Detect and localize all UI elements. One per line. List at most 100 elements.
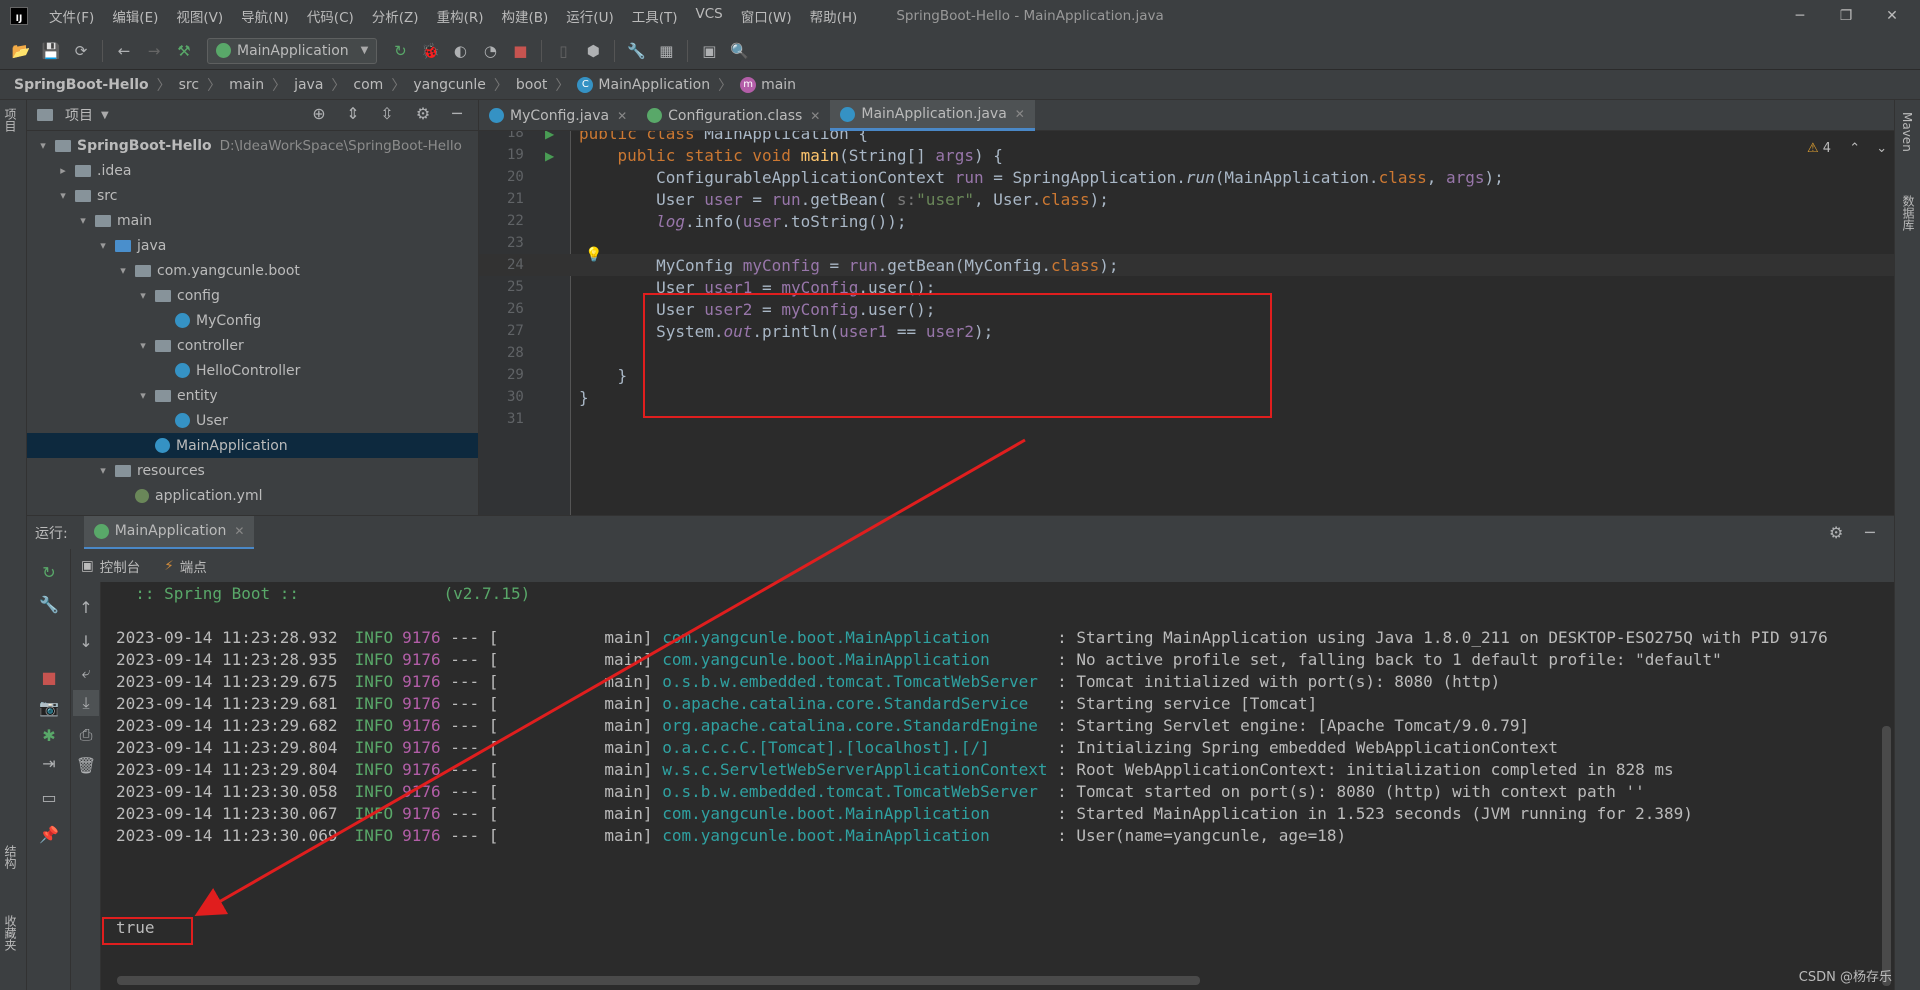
debug-icon[interactable]: 🐞 bbox=[417, 38, 443, 64]
breadcrumb-item[interactable]: main bbox=[229, 77, 264, 93]
project-tool-tab[interactable]: 项目 bbox=[2, 108, 19, 132]
code-line[interactable]: 18 public class MainApplication { bbox=[479, 131, 1894, 144]
run-tab-mainapplication[interactable]: MainApplication ✕ bbox=[83, 515, 255, 550]
menu-item[interactable]: 重构(R) bbox=[428, 6, 493, 26]
minimize-icon[interactable]: ─ bbox=[1777, 0, 1823, 32]
arrow-up-icon[interactable]: ↑ bbox=[73, 594, 99, 620]
structure-tool-tab[interactable]: 结构 bbox=[2, 845, 19, 869]
code-line[interactable]: 24 MyConfig myConfig = run.getBean(MyCon… bbox=[479, 254, 1894, 276]
deploy-icon[interactable]: ⬢ bbox=[580, 38, 606, 64]
expand-all-icon[interactable]: ⇕ bbox=[336, 104, 370, 123]
menu-item[interactable]: 文件(F) bbox=[40, 6, 103, 26]
soft-wrap-icon[interactable]: ⤶ bbox=[73, 660, 99, 686]
code-line[interactable]: 22 log.info(user.toString()); bbox=[479, 210, 1894, 232]
chevron-down-icon[interactable]: ▼ bbox=[101, 110, 109, 121]
tree-item[interactable]: HelloController bbox=[27, 358, 478, 383]
breadcrumb-item[interactable]: yangcunle bbox=[413, 77, 486, 93]
chevron-down-icon[interactable]: ▾ bbox=[95, 239, 111, 252]
stop-icon[interactable]: ■ bbox=[507, 38, 533, 64]
build-hammer-icon[interactable]: ⚒ bbox=[171, 38, 197, 64]
exit-icon[interactable]: ⇥ bbox=[36, 750, 62, 776]
profiler-icon[interactable]: ◔ bbox=[477, 38, 503, 64]
tab-mainapplication[interactable]: MainApplication.java ✕ bbox=[830, 100, 1035, 131]
settings-wrench-icon[interactable]: 🔧 bbox=[623, 38, 649, 64]
tree-item[interactable]: ▾ config bbox=[27, 283, 478, 308]
close-icon[interactable]: ✕ bbox=[617, 109, 627, 123]
tree-item[interactable]: ▾ entity bbox=[27, 383, 478, 408]
favorites-tool-tab[interactable]: 收藏夹 bbox=[2, 915, 19, 951]
horizontal-scrollbar[interactable] bbox=[117, 976, 1200, 985]
chevron-down-icon[interactable]: ▾ bbox=[135, 289, 151, 302]
collapse-all-icon[interactable]: ⇳ bbox=[370, 104, 404, 123]
chevron-down-icon[interactable]: ▾ bbox=[55, 189, 71, 202]
tree-item[interactable]: ▸ .idea bbox=[27, 158, 478, 183]
vertical-scrollbar[interactable] bbox=[1882, 726, 1891, 986]
tree-item[interactable]: MainApplication bbox=[27, 433, 478, 458]
terminal-icon[interactable]: ▣ bbox=[696, 38, 722, 64]
breadcrumb-item[interactable]: java bbox=[294, 77, 323, 93]
tree-item[interactable]: ▾ src bbox=[27, 183, 478, 208]
camera-icon[interactable]: 📷 bbox=[36, 694, 62, 720]
restore-icon[interactable]: ❐ bbox=[1823, 0, 1869, 32]
debug-icon[interactable]: ✱ bbox=[36, 722, 62, 748]
rerun-icon[interactable]: ↻ bbox=[36, 559, 62, 585]
hide-icon[interactable]: ─ bbox=[440, 104, 474, 123]
locate-icon[interactable]: ⊕ bbox=[302, 104, 336, 123]
close-icon[interactable]: ✕ bbox=[810, 109, 820, 123]
tree-item[interactable]: ▾ java bbox=[27, 233, 478, 258]
menu-item[interactable]: 视图(V) bbox=[167, 6, 232, 26]
tree-item[interactable]: ▾ resources bbox=[27, 458, 478, 483]
gear-icon[interactable]: ⚙ bbox=[406, 104, 440, 123]
tab-console[interactable]: ▣ 控制台 bbox=[81, 556, 140, 576]
menu-item[interactable]: 工具(T) bbox=[623, 6, 687, 26]
breadcrumb-item[interactable]: boot bbox=[516, 77, 548, 93]
menu-item[interactable]: 构建(B) bbox=[493, 6, 558, 26]
chevron-down-icon[interactable]: ⌄ bbox=[1876, 141, 1887, 156]
chevron-down-icon[interactable]: ▾ bbox=[135, 389, 151, 402]
menu-item[interactable]: 导航(N) bbox=[232, 6, 298, 26]
arrow-down-icon[interactable]: ↓ bbox=[73, 628, 99, 654]
breadcrumb-item[interactable]: MainApplication bbox=[598, 77, 710, 93]
print-icon[interactable]: ⎙ bbox=[73, 722, 99, 748]
lightbulb-icon[interactable]: 💡 bbox=[585, 247, 602, 263]
back-icon[interactable]: ← bbox=[111, 38, 137, 64]
code-line[interactable]: 20 ConfigurableApplicationContext run = … bbox=[479, 166, 1894, 188]
chevron-right-icon[interactable]: ▸ bbox=[55, 164, 71, 177]
menu-item[interactable]: 窗口(W) bbox=[732, 6, 801, 26]
tree-item[interactable]: ▾ SpringBoot-Hello D:\IdeaWorkSpace\Spring… bbox=[27, 133, 478, 158]
warning-count[interactable]: ⚠ 4 ⌃ ⌄ bbox=[1807, 141, 1887, 156]
search-icon[interactable]: 🔍 bbox=[726, 38, 752, 64]
maven-tool-tab[interactable]: Maven bbox=[1900, 112, 1914, 152]
hide-icon[interactable]: ─ bbox=[1865, 523, 1875, 542]
tab-endpoints[interactable]: ⚡ 端点 bbox=[164, 556, 206, 576]
tree-item[interactable]: ▾ controller bbox=[27, 333, 478, 358]
chevron-down-icon[interactable]: ▾ bbox=[115, 264, 131, 277]
run-configuration-select[interactable]: MainApplication ▼ bbox=[207, 37, 378, 64]
wrench-icon[interactable]: 🔧 bbox=[36, 591, 62, 617]
chevron-down-icon[interactable]: ▾ bbox=[135, 339, 151, 352]
scroll-to-end-icon[interactable]: ⤓ bbox=[73, 690, 99, 716]
breadcrumb-item[interactable]: src bbox=[179, 77, 199, 93]
coverage-icon[interactable]: ◐ bbox=[447, 38, 473, 64]
tab-myconfig[interactable]: MyConfig.java ✕ bbox=[479, 100, 637, 131]
forward-icon[interactable]: → bbox=[141, 38, 167, 64]
tree-item[interactable]: User bbox=[27, 408, 478, 433]
console-output[interactable]: :: Spring Boot :: (v2.7.15) 2023-09-14 1… bbox=[101, 582, 1894, 990]
chevron-down-icon[interactable]: ▾ bbox=[75, 214, 91, 227]
close-icon[interactable]: ✕ bbox=[1015, 107, 1025, 121]
save-all-icon[interactable]: 💾 bbox=[38, 38, 64, 64]
menu-item[interactable]: VCS bbox=[687, 6, 732, 26]
rerun-icon[interactable]: ↻ bbox=[387, 38, 413, 64]
menu-item[interactable]: 分析(Z) bbox=[363, 6, 428, 26]
tree-item[interactable]: ▾ main bbox=[27, 208, 478, 233]
layout-icon[interactable]: ▭ bbox=[36, 784, 62, 810]
open-folder-icon[interactable]: 📂 bbox=[8, 38, 34, 64]
code-line[interactable]: 21 User user = run.getBean( s:"user", Us… bbox=[479, 188, 1894, 210]
trash-icon[interactable]: 🗑 bbox=[73, 752, 99, 778]
sync-icon[interactable]: ⟳ bbox=[68, 38, 94, 64]
stop-icon[interactable]: ■ bbox=[36, 664, 62, 690]
chevron-down-icon[interactable]: ▾ bbox=[35, 139, 51, 152]
breadcrumb-item[interactable]: com bbox=[353, 77, 383, 93]
device-icon[interactable]: ▯ bbox=[550, 38, 576, 64]
close-icon[interactable]: ✕ bbox=[1869, 0, 1915, 32]
